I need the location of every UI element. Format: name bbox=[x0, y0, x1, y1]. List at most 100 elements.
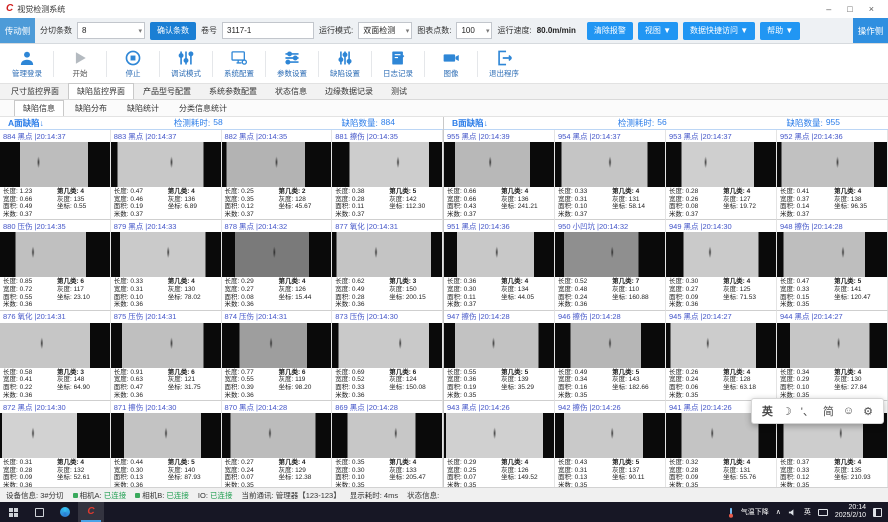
defect-image[interactable] bbox=[222, 232, 332, 277]
defect-image[interactable] bbox=[332, 323, 442, 368]
sub-tab-缺陷统计[interactable]: 缺陷统计 bbox=[118, 100, 168, 116]
ime-emoji-icon[interactable]: ☺ bbox=[843, 405, 854, 417]
toolbar-debug-mode-button[interactable]: 调试模式 bbox=[163, 44, 209, 83]
defect-cell[interactable]: 881擦伤|20:14:35长度: 0.38宽度: 0.28面积: 0.11米数… bbox=[332, 130, 443, 220]
start-button[interactable] bbox=[0, 502, 26, 522]
defect-cell[interactable]: 953黑点|20:14:37长度: 0.28宽度: 0.26面积: 0.08米数… bbox=[666, 130, 777, 220]
defect-cell[interactable]: 875压伤|20:14:31长度: 0.91宽度: 0.63面积: 0.47米数… bbox=[111, 311, 222, 401]
defect-image[interactable] bbox=[0, 413, 110, 458]
toolbar-defect-settings-button[interactable]: 缺陷设置 bbox=[322, 44, 368, 83]
main-tab-系统参数配置[interactable]: 系统参数配置 bbox=[200, 83, 266, 99]
defect-cell[interactable]: 955黑点|20:14:39长度: 0.66宽度: 0.66面积: 0.43米数… bbox=[444, 130, 555, 220]
input-language-indicator[interactable]: 英 bbox=[804, 507, 811, 517]
main-tab-尺寸监控界面[interactable]: 尺寸监控界面 bbox=[2, 83, 68, 99]
main-tab-产品型号配置[interactable]: 产品型号配置 bbox=[134, 83, 200, 99]
defect-image[interactable] bbox=[0, 232, 110, 277]
defect-image[interactable] bbox=[444, 232, 554, 277]
toolbar-system-config-button[interactable]: 系统配置 bbox=[216, 44, 262, 83]
defect-image[interactable] bbox=[444, 142, 554, 187]
defect-image[interactable] bbox=[666, 142, 776, 187]
defect-cell[interactable]: 878黑点|20:14:32长度: 0.29宽度: 0.27面积: 0.08米数… bbox=[222, 220, 333, 310]
defect-image[interactable] bbox=[222, 142, 332, 187]
ime-simplified-chinese[interactable]: 简 bbox=[823, 403, 834, 419]
defect-cell[interactable]: 884黑点|20:14:37长度: 1.23宽度: 0.66面积: 0.49米数… bbox=[0, 130, 111, 220]
defect-image[interactable] bbox=[666, 232, 776, 277]
defect-cell[interactable]: 870黑点|20:14:28长度: 0.27宽度: 0.24面积: 0.07米数… bbox=[222, 401, 333, 487]
browser-taskbar-button[interactable] bbox=[52, 502, 78, 522]
toolbar-stop-button[interactable]: 停止 bbox=[110, 44, 156, 83]
defect-cell[interactable]: 948擦伤|20:14:28长度: 0.47宽度: 0.33面积: 0.15米数… bbox=[777, 220, 888, 310]
toolbar-user-button[interactable]: 管理登录 bbox=[4, 44, 50, 83]
main-tab-状态信息[interactable]: 状态信息 bbox=[266, 83, 316, 99]
defect-cell[interactable]: 880压伤|20:14:35长度: 0.85宽度: 0.72面积: 0.55米数… bbox=[0, 220, 111, 310]
defect-cell[interactable]: 946擦伤|20:14:28长度: 0.49宽度: 0.34面积: 0.16米数… bbox=[555, 311, 666, 401]
defect-image[interactable] bbox=[777, 323, 887, 368]
slit-count-select[interactable]: 8 bbox=[77, 22, 145, 39]
defect-image[interactable] bbox=[332, 142, 442, 187]
confirm-count-button[interactable]: 确认条数 bbox=[150, 22, 196, 40]
detection-app-taskbar-button[interactable]: C bbox=[78, 502, 104, 522]
defect-image[interactable] bbox=[111, 142, 221, 187]
defect-cell[interactable]: 883黑点|20:14:37长度: 0.47宽度: 0.46面积: 0.19米数… bbox=[111, 130, 222, 220]
defect-image[interactable] bbox=[332, 413, 442, 458]
defect-cell[interactable]: 951黑点|20:14:36长度: 0.36宽度: 0.30面积: 0.11米数… bbox=[444, 220, 555, 310]
defect-image[interactable] bbox=[444, 413, 554, 458]
defect-image[interactable] bbox=[666, 323, 776, 368]
view-menu-button[interactable]: 视图 ▼ bbox=[638, 22, 678, 40]
ime-moon-icon[interactable]: ☽ bbox=[782, 405, 792, 418]
toolbar-camera-button[interactable]: 图像 bbox=[428, 44, 474, 83]
defect-cell[interactable]: 869黑点|20:14:28长度: 0.35宽度: 0.30面积: 0.10米数… bbox=[332, 401, 443, 487]
sub-tab-分类信息统计[interactable]: 分类信息统计 bbox=[170, 100, 236, 116]
toolbar-exit-button[interactable]: 退出程序 bbox=[481, 44, 527, 83]
defect-image[interactable] bbox=[111, 413, 221, 458]
close-button[interactable]: × bbox=[869, 4, 874, 14]
sort-arrow-icon[interactable]: ↓ bbox=[40, 118, 44, 128]
defect-cell[interactable]: 954黑点|20:14:37长度: 0.33宽度: 0.31面积: 0.10米数… bbox=[555, 130, 666, 220]
panel-title[interactable]: B面缺陷 bbox=[452, 117, 484, 129]
sub-tab-缺陷信息[interactable]: 缺陷信息 bbox=[14, 100, 64, 116]
defect-image[interactable] bbox=[332, 232, 442, 277]
defect-cell[interactable]: 874压伤|20:14:31长度: 0.77宽度: 0.55面积: 0.39米数… bbox=[222, 311, 333, 401]
defect-image[interactable] bbox=[111, 323, 221, 368]
defect-image[interactable] bbox=[222, 413, 332, 458]
defect-image[interactable] bbox=[777, 142, 887, 187]
ime-punctuation[interactable]: '、 bbox=[801, 403, 814, 419]
defect-image[interactable] bbox=[111, 232, 221, 277]
run-mode-select[interactable]: 双面检测 bbox=[358, 22, 412, 39]
roll-number-input[interactable]: 3117-1 bbox=[222, 22, 314, 39]
defect-cell[interactable]: 944黑点|20:14:27长度: 0.34宽度: 0.29面积: 0.10米数… bbox=[777, 311, 888, 401]
defect-image[interactable] bbox=[555, 232, 665, 277]
defect-image[interactable] bbox=[222, 323, 332, 368]
defect-cell[interactable]: 877氧化|20:14:31长度: 0.62宽度: 0.49面积: 0.28米数… bbox=[332, 220, 443, 310]
task-view-button[interactable] bbox=[26, 502, 52, 522]
weather-text[interactable]: 气温下降 bbox=[741, 507, 769, 517]
tray-expand-button[interactable]: ∧ bbox=[776, 508, 781, 516]
defect-image[interactable] bbox=[0, 323, 110, 368]
toolbar-log-button[interactable]: 日志记录 bbox=[375, 44, 421, 83]
defect-cell[interactable]: 949黑点|20:14:30长度: 0.30宽度: 0.27面积: 0.09米数… bbox=[666, 220, 777, 310]
defect-cell[interactable]: 879黑点|20:14:33长度: 0.33宽度: 0.31面积: 0.10米数… bbox=[111, 220, 222, 310]
defect-cell[interactable]: 942擦伤|20:14:26长度: 0.43宽度: 0.31面积: 0.13米数… bbox=[555, 401, 666, 487]
defect-image[interactable] bbox=[555, 323, 665, 368]
defect-image[interactable] bbox=[444, 323, 554, 368]
defect-cell[interactable]: 876氧化|20:14:31长度: 0.58宽度: 0.41面积: 0.22米数… bbox=[0, 311, 111, 401]
defect-cell[interactable]: 873压伤|20:14:30长度: 0.69宽度: 0.52面积: 0.33米数… bbox=[332, 311, 443, 401]
defect-cell[interactable]: 952黑点|20:14:36长度: 0.41宽度: 0.37面积: 0.14米数… bbox=[777, 130, 888, 220]
sort-arrow-icon[interactable]: ↓ bbox=[484, 118, 488, 128]
volume-icon[interactable] bbox=[788, 508, 797, 517]
main-tab-缺陷监控界面[interactable]: 缺陷监控界面 bbox=[68, 83, 134, 99]
defect-image[interactable] bbox=[555, 142, 665, 187]
defect-image[interactable] bbox=[777, 232, 887, 277]
clock[interactable]: 20:14 2025/2/10 bbox=[835, 504, 866, 520]
main-tab-边缘数据记录[interactable]: 边缘数据记录 bbox=[316, 83, 382, 99]
ime-lang-english[interactable]: 英 bbox=[762, 403, 773, 419]
defect-cell[interactable]: 947擦伤|20:14:28长度: 0.55宽度: 0.36面积: 0.19米数… bbox=[444, 311, 555, 401]
action-center-icon[interactable] bbox=[873, 508, 882, 517]
chart-points-select[interactable]: 100 bbox=[456, 22, 492, 39]
panel-title[interactable]: A面缺陷 bbox=[8, 117, 40, 129]
data-quick-access-button[interactable]: 数据快捷访问 ▼ bbox=[683, 22, 755, 40]
sub-tab-缺陷分布[interactable]: 缺陷分布 bbox=[66, 100, 116, 116]
clear-alarm-button[interactable]: 清除报警 bbox=[587, 22, 633, 40]
maximize-button[interactable]: □ bbox=[847, 4, 852, 14]
touch-keyboard-icon[interactable] bbox=[818, 509, 828, 516]
